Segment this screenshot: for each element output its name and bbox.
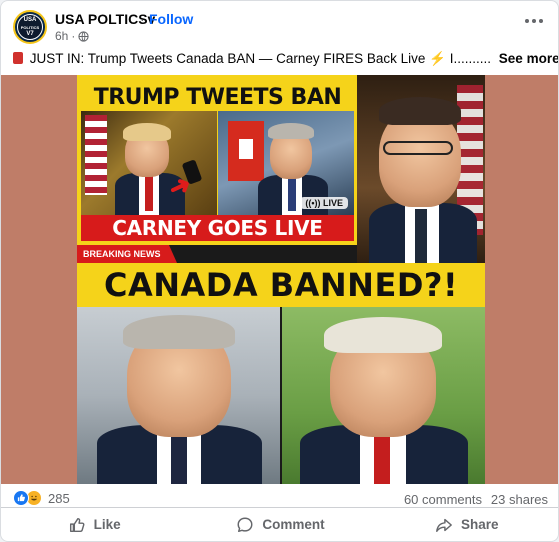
like-reaction-icon bbox=[13, 490, 29, 506]
us-flag-graphic bbox=[85, 115, 107, 195]
share-label: Share bbox=[461, 517, 499, 532]
post-stats: 285 60 comments 23 shares bbox=[1, 487, 558, 509]
reactions-summary[interactable]: 285 bbox=[13, 490, 70, 506]
thumbnail-top-right-panel bbox=[357, 75, 485, 263]
thumbnail-bottom-right-panel bbox=[282, 307, 485, 484]
share-icon bbox=[436, 518, 452, 532]
thumbnail-top-left-panel: TRUMP TWEETS BAN ➜ ((•)) LIVE CARNEY GOE… bbox=[77, 75, 357, 245]
trump-phone-photo: ➜ bbox=[81, 111, 217, 215]
tie-graphic bbox=[171, 431, 187, 484]
live-badge-text: LIVE bbox=[322, 198, 343, 208]
headline-main-banner: CANADA BANNED?! bbox=[77, 263, 485, 307]
canada-flag-graphic bbox=[228, 121, 264, 181]
hair-graphic bbox=[123, 315, 235, 349]
like-label: Like bbox=[93, 517, 121, 532]
headline-live-banner: CARNEY GOES LIVE bbox=[81, 215, 354, 241]
shares-count[interactable]: 23 shares bbox=[491, 492, 548, 507]
post-card: USA POLITICS V7 USA POLTICSv · Follow 6h… bbox=[0, 0, 559, 542]
hair-graphic bbox=[268, 123, 314, 139]
like-button[interactable]: Like bbox=[1, 508, 187, 541]
hair-graphic bbox=[324, 317, 442, 353]
hair-graphic bbox=[379, 97, 461, 125]
post-meta: 6h · bbox=[55, 29, 89, 43]
thumbnail-bottom-left-panel bbox=[77, 307, 280, 484]
breaking-news-strip bbox=[177, 245, 357, 263]
live-badge: ((•)) LIVE bbox=[300, 197, 348, 209]
headline-top-banner: TRUMP TWEETS BAN bbox=[85, 85, 350, 111]
tie-graphic bbox=[415, 209, 427, 263]
avatar-logo: USA POLITICS V7 bbox=[17, 14, 43, 40]
more-icon[interactable] bbox=[520, 11, 548, 31]
follow-button[interactable]: Follow bbox=[149, 11, 193, 27]
tie-graphic bbox=[145, 175, 153, 211]
share-button[interactable]: Share bbox=[374, 508, 558, 541]
tie-graphic bbox=[374, 429, 390, 484]
comment-icon bbox=[237, 517, 253, 532]
post-actions: Like Comment Share bbox=[1, 507, 558, 541]
avatar-text-2: POLITICS bbox=[20, 24, 40, 30]
post-media[interactable]: TRUMP TWEETS BAN ➜ ((•)) LIVE CARNEY GOE… bbox=[1, 75, 558, 484]
thumbnail-image[interactable]: TRUMP TWEETS BAN ➜ ((•)) LIVE CARNEY GOE… bbox=[77, 75, 485, 484]
like-icon bbox=[69, 517, 85, 532]
post-header: USA POLITICS V7 USA POLTICSv · Follow 6h… bbox=[1, 1, 558, 47]
avatar-text-1: USA bbox=[23, 16, 37, 23]
meta-separator: · bbox=[71, 29, 76, 43]
carney-live-photo: ((•)) LIVE bbox=[218, 111, 354, 215]
comments-count[interactable]: 60 comments bbox=[404, 492, 482, 507]
see-more-link[interactable]: See more bbox=[499, 51, 558, 66]
post-time[interactable]: 6h bbox=[55, 29, 68, 43]
tie-graphic bbox=[288, 177, 296, 211]
comment-button[interactable]: Comment bbox=[187, 508, 373, 541]
comment-label: Comment bbox=[262, 517, 325, 532]
lightning-emoji-icon: ⚡ bbox=[429, 51, 446, 66]
globe-icon bbox=[78, 30, 89, 42]
red-hat-emoji-icon bbox=[13, 52, 23, 64]
breaking-news-label: BREAKING NEWS bbox=[77, 245, 177, 263]
avatar-text-3: V7 bbox=[26, 30, 34, 37]
caption-text: JUST IN: Trump Tweets Canada BAN — Carne… bbox=[29, 51, 426, 66]
reaction-count: 285 bbox=[48, 490, 70, 506]
glasses-graphic bbox=[383, 141, 453, 155]
caption-tail: I.......... bbox=[449, 51, 492, 66]
hair-graphic bbox=[123, 123, 171, 141]
post-caption: JUST IN: Trump Tweets Canada BAN — Carne… bbox=[13, 51, 558, 67]
page-avatar[interactable]: USA POLITICS V7 bbox=[13, 10, 47, 44]
name-separator: · bbox=[140, 11, 145, 27]
